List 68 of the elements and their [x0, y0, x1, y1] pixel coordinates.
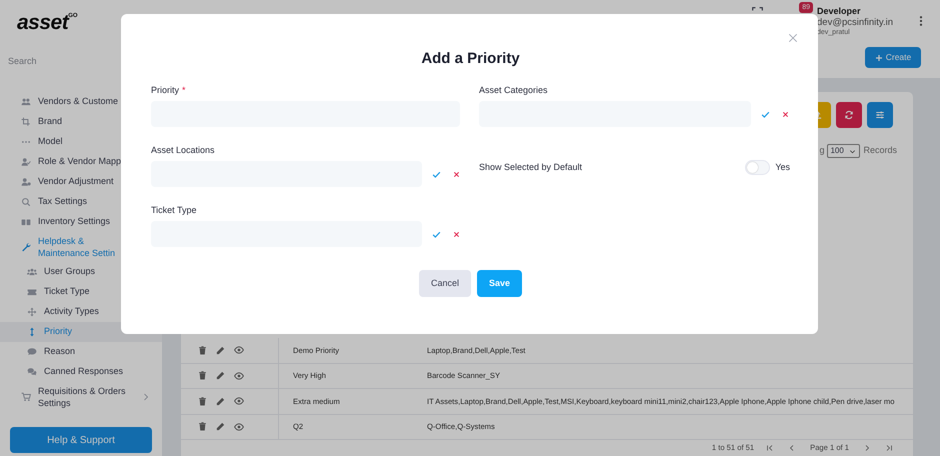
close-button[interactable]	[788, 33, 800, 45]
edit-icon[interactable]	[216, 346, 225, 355]
clear-icon[interactable]	[453, 230, 460, 238]
clear-icon[interactable]	[782, 110, 789, 118]
user-email: dev@pcsinfinity.in	[817, 17, 893, 28]
required-mark: *	[182, 85, 186, 96]
edit-icon[interactable]	[216, 371, 225, 380]
search-field[interactable]: Search	[8, 55, 108, 68]
view-icon[interactable]	[234, 345, 244, 356]
group-icon	[27, 266, 37, 276]
field-label: Asset Locations	[151, 145, 215, 156]
sidebar-item[interactable]: Ticket Type	[0, 282, 162, 302]
page-size-select[interactable]: 100	[827, 144, 860, 158]
cancel-button[interactable]: Cancel	[418, 270, 471, 297]
field-label: Priority	[151, 85, 180, 96]
field-label: Show Selected by Default	[479, 162, 582, 173]
delete-icon[interactable]	[198, 396, 207, 406]
users-icon	[21, 96, 31, 106]
wrench-icon	[21, 242, 31, 252]
chats-icon	[27, 366, 37, 376]
delete-icon[interactable]	[198, 371, 207, 380]
next-page-icon[interactable]	[863, 444, 871, 452]
crop-icon	[21, 116, 31, 126]
delete-icon[interactable]	[198, 346, 207, 355]
user-name: Developer	[817, 6, 862, 17]
user-check-icon	[21, 156, 31, 166]
field-label: Ticket Type	[151, 205, 197, 216]
chevron-icon	[142, 392, 150, 400]
previous-page-icon[interactable]	[788, 444, 796, 452]
records-label: Records	[863, 144, 897, 158]
sidebar-item[interactable]: Brand	[0, 112, 162, 132]
sidebar-item[interactable]: Vendor Adjustment	[0, 172, 162, 192]
refresh-icon	[844, 110, 854, 120]
toggle-label: Yes	[775, 162, 790, 173]
up-down-arrow-icon	[27, 326, 37, 336]
sidebar-item[interactable]: Canned Responses	[0, 362, 162, 382]
move-icon	[27, 306, 37, 316]
sidebar-item[interactable]: Reason	[0, 342, 162, 362]
sidebar-item[interactable]: Requisitions & Orders Settings	[0, 382, 162, 412]
edit-icon[interactable]	[216, 422, 225, 432]
clear-icon[interactable]	[453, 170, 460, 178]
delete-icon[interactable]	[198, 422, 207, 432]
modal-title: Add a Priority	[420, 50, 521, 68]
boxes-icon	[21, 216, 31, 226]
search-icon	[21, 196, 31, 206]
field-label: Asset Categories	[479, 85, 548, 96]
check-icon[interactable]	[432, 230, 441, 238]
check-icon[interactable]	[761, 110, 770, 118]
ticket-icon	[27, 286, 37, 296]
refresh-button[interactable]	[836, 102, 862, 128]
last-page-icon[interactable]	[885, 444, 893, 452]
showing-label: g	[819, 144, 824, 158]
edit-icon[interactable]	[216, 396, 225, 406]
view-icon[interactable]	[234, 422, 244, 432]
toggle-switch[interactable]	[745, 160, 770, 175]
cart-icon	[21, 392, 31, 402]
filter-button[interactable]	[867, 102, 893, 128]
sidebar-item[interactable]: Activity Types	[0, 302, 162, 322]
plus-icon	[874, 54, 883, 62]
view-icon[interactable]	[234, 370, 244, 381]
view-icon[interactable]	[234, 396, 244, 406]
chat-icon	[27, 346, 37, 356]
caret-icon[interactable]	[849, 148, 856, 154]
user-icon	[21, 176, 31, 186]
filter-icon	[875, 110, 885, 120]
sidebar-item[interactable]: User Groups	[0, 262, 162, 282]
check-icon[interactable]	[432, 170, 441, 178]
first-page-icon[interactable]	[766, 444, 774, 452]
